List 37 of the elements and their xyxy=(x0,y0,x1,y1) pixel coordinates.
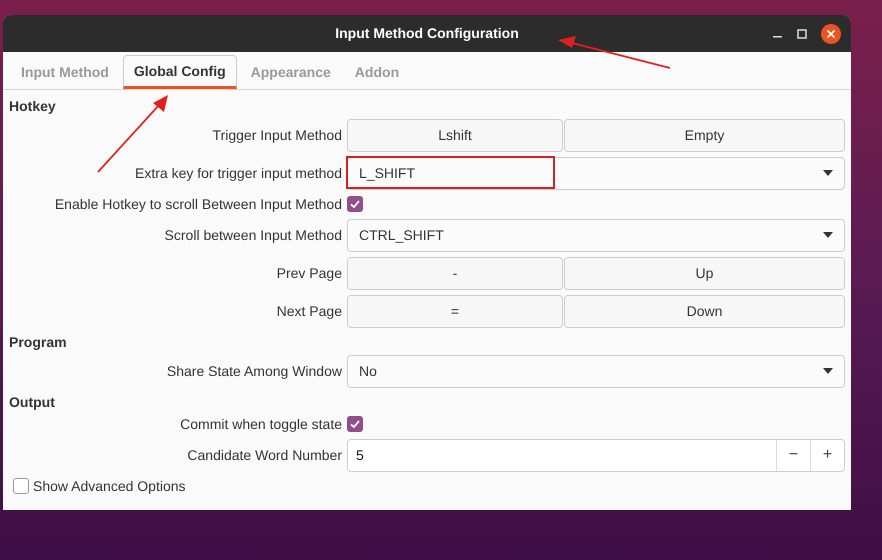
field-label: Next Page xyxy=(276,302,342,321)
dropdown-arrow-icon xyxy=(823,170,833,176)
section-heading: Hotkey xyxy=(9,97,57,116)
checkbox[interactable] xyxy=(13,478,29,494)
stepper-button[interactable]: − xyxy=(776,440,810,470)
field-label: Extra key for trigger input method xyxy=(134,164,342,183)
dropdown[interactable]: L_SHIFT xyxy=(347,156,845,190)
hotkey-button[interactable]: - xyxy=(347,256,563,290)
field-label: Enable Hotkey to scroll Between Input Method xyxy=(54,194,342,214)
checkbox-label: Show Advanced Options xyxy=(33,476,186,496)
field-label: Share State Among Window xyxy=(166,362,342,381)
check-icon xyxy=(349,198,361,210)
checkbox[interactable] xyxy=(347,416,363,432)
dropdown-arrow-icon xyxy=(823,232,833,238)
field-label: Scroll between Input Method xyxy=(164,226,342,245)
stepper-button[interactable]: + xyxy=(810,440,844,470)
dropdown[interactable]: No xyxy=(347,354,845,388)
field-label: Candidate Word Number xyxy=(186,446,342,464)
check-icon xyxy=(349,418,361,430)
field-label: Trigger Input Method xyxy=(212,126,342,145)
tab[interactable]: Global Config xyxy=(122,55,237,89)
hotkey-button[interactable]: Lshift xyxy=(347,118,563,152)
dropdown-arrow-icon xyxy=(823,368,833,374)
section-heading: Output xyxy=(9,393,56,412)
window-title: Input Method Configuration xyxy=(335,24,519,43)
hotkey-button[interactable]: Empty xyxy=(564,118,845,152)
hotkey-button[interactable]: = xyxy=(347,294,563,328)
field-label: Prev Page xyxy=(276,264,342,283)
section-heading: Program xyxy=(9,333,68,352)
dropdown[interactable]: CTRL_SHIFT xyxy=(347,218,845,252)
maximize-icon[interactable] xyxy=(797,28,807,38)
spin-field[interactable]: 5 − + xyxy=(347,438,845,472)
hotkey-button[interactable]: Down xyxy=(564,294,845,328)
checkbox[interactable] xyxy=(347,196,363,212)
hotkey-button[interactable]: Up xyxy=(564,256,845,290)
close-icon[interactable] xyxy=(821,24,841,44)
field-label: Commit when toggle state xyxy=(179,414,342,434)
